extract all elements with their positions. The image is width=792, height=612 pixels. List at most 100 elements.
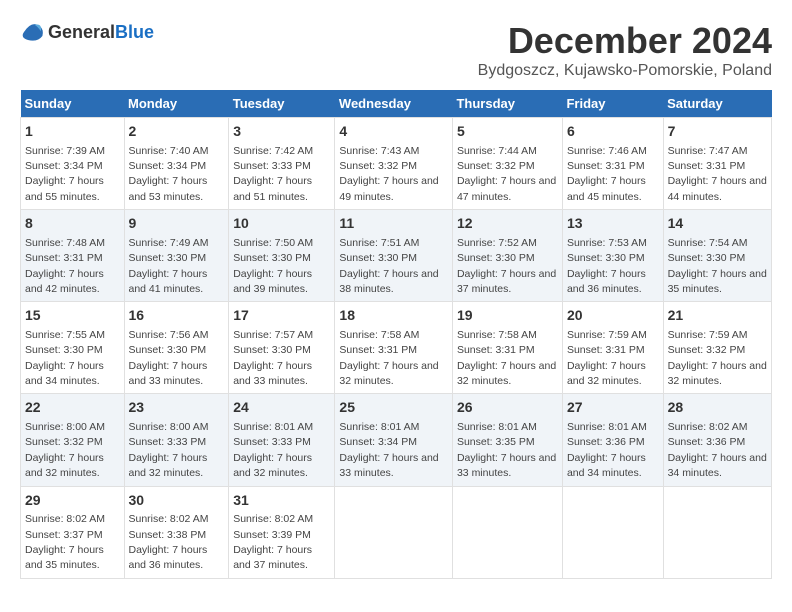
sunset: Sunset: 3:31 PM — [25, 252, 103, 264]
sunrise: Sunrise: 7:49 AM — [129, 237, 209, 249]
table-cell: 28 Sunrise: 8:02 AM Sunset: 3:36 PM Dayl… — [663, 394, 771, 486]
day-number: 21 — [668, 306, 767, 326]
day-number: 4 — [339, 122, 448, 142]
daylight: Daylight: 7 hours and 34 minutes. — [668, 452, 767, 479]
table-cell: 17 Sunrise: 7:57 AM Sunset: 3:30 PM Dayl… — [229, 302, 335, 394]
table-cell: 1 Sunrise: 7:39 AM Sunset: 3:34 PM Dayli… — [21, 118, 125, 210]
sunset: Sunset: 3:30 PM — [233, 344, 311, 356]
table-cell: 19 Sunrise: 7:58 AM Sunset: 3:31 PM Dayl… — [452, 302, 562, 394]
day-number: 26 — [457, 398, 558, 418]
table-cell: 13 Sunrise: 7:53 AM Sunset: 3:30 PM Dayl… — [562, 210, 663, 302]
day-number: 9 — [129, 214, 225, 234]
daylight: Daylight: 7 hours and 32 minutes. — [233, 452, 312, 479]
sunset: Sunset: 3:30 PM — [567, 252, 645, 264]
sunrise: Sunrise: 7:53 AM — [567, 237, 647, 249]
sunset: Sunset: 3:31 PM — [339, 344, 417, 356]
logo-wordmark: GeneralBlue — [48, 22, 154, 43]
daylight: Daylight: 7 hours and 35 minutes. — [25, 544, 104, 571]
table-cell — [562, 486, 663, 578]
sunset: Sunset: 3:32 PM — [457, 160, 535, 172]
col-tuesday: Tuesday — [229, 90, 335, 118]
day-number: 25 — [339, 398, 448, 418]
table-cell: 30 Sunrise: 8:02 AM Sunset: 3:38 PM Dayl… — [124, 486, 229, 578]
day-number: 29 — [25, 491, 120, 511]
sunrise: Sunrise: 7:59 AM — [567, 329, 647, 341]
day-number: 14 — [668, 214, 767, 234]
day-number: 23 — [129, 398, 225, 418]
daylight: Daylight: 7 hours and 32 minutes. — [567, 360, 646, 387]
table-cell: 11 Sunrise: 7:51 AM Sunset: 3:30 PM Dayl… — [335, 210, 453, 302]
table-cell: 18 Sunrise: 7:58 AM Sunset: 3:31 PM Dayl… — [335, 302, 453, 394]
table-cell: 2 Sunrise: 7:40 AM Sunset: 3:34 PM Dayli… — [124, 118, 229, 210]
daylight: Daylight: 7 hours and 36 minutes. — [567, 268, 646, 295]
day-number: 8 — [25, 214, 120, 234]
sunset: Sunset: 3:37 PM — [25, 529, 103, 541]
daylight: Daylight: 7 hours and 32 minutes. — [25, 452, 104, 479]
table-cell — [452, 486, 562, 578]
sunrise: Sunrise: 7:39 AM — [25, 145, 105, 157]
table-cell: 6 Sunrise: 7:46 AM Sunset: 3:31 PM Dayli… — [562, 118, 663, 210]
table-cell: 15 Sunrise: 7:55 AM Sunset: 3:30 PM Dayl… — [21, 302, 125, 394]
sunrise: Sunrise: 8:02 AM — [668, 421, 748, 433]
table-cell: 31 Sunrise: 8:02 AM Sunset: 3:39 PM Dayl… — [229, 486, 335, 578]
sunrise: Sunrise: 7:58 AM — [457, 329, 537, 341]
sunset: Sunset: 3:36 PM — [668, 436, 746, 448]
table-cell: 9 Sunrise: 7:49 AM Sunset: 3:30 PM Dayli… — [124, 210, 229, 302]
daylight: Daylight: 7 hours and 49 minutes. — [339, 175, 438, 202]
day-number: 27 — [567, 398, 659, 418]
sunset: Sunset: 3:32 PM — [668, 344, 746, 356]
table-cell: 16 Sunrise: 7:56 AM Sunset: 3:30 PM Dayl… — [124, 302, 229, 394]
daylight: Daylight: 7 hours and 47 minutes. — [457, 175, 556, 202]
daylight: Daylight: 7 hours and 51 minutes. — [233, 175, 312, 202]
sunrise: Sunrise: 8:01 AM — [233, 421, 313, 433]
col-thursday: Thursday — [452, 90, 562, 118]
sunrise: Sunrise: 7:42 AM — [233, 145, 313, 157]
sunset: Sunset: 3:30 PM — [25, 344, 103, 356]
table-cell: 8 Sunrise: 7:48 AM Sunset: 3:31 PM Dayli… — [21, 210, 125, 302]
daylight: Daylight: 7 hours and 42 minutes. — [25, 268, 104, 295]
sunrise: Sunrise: 7:59 AM — [668, 329, 748, 341]
table-cell — [335, 486, 453, 578]
sunrise: Sunrise: 7:52 AM — [457, 237, 537, 249]
sunset: Sunset: 3:31 PM — [567, 344, 645, 356]
sunrise: Sunrise: 7:57 AM — [233, 329, 313, 341]
logo-general: General — [48, 22, 115, 42]
sunrise: Sunrise: 7:43 AM — [339, 145, 419, 157]
daylight: Daylight: 7 hours and 33 minutes. — [129, 360, 208, 387]
sunrise: Sunrise: 8:00 AM — [25, 421, 105, 433]
sunset: Sunset: 3:30 PM — [129, 344, 207, 356]
table-cell: 23 Sunrise: 8:00 AM Sunset: 3:33 PM Dayl… — [124, 394, 229, 486]
table-cell: 5 Sunrise: 7:44 AM Sunset: 3:32 PM Dayli… — [452, 118, 562, 210]
day-number: 6 — [567, 122, 659, 142]
sunrise: Sunrise: 8:02 AM — [25, 513, 105, 525]
sunrise: Sunrise: 8:01 AM — [457, 421, 537, 433]
sunset: Sunset: 3:31 PM — [567, 160, 645, 172]
week-row-4: 22 Sunrise: 8:00 AM Sunset: 3:32 PM Dayl… — [21, 394, 772, 486]
sunrise: Sunrise: 8:01 AM — [567, 421, 647, 433]
sunset: Sunset: 3:32 PM — [339, 160, 417, 172]
day-number: 7 — [668, 122, 767, 142]
daylight: Daylight: 7 hours and 37 minutes. — [233, 544, 312, 571]
daylight: Daylight: 7 hours and 44 minutes. — [668, 175, 767, 202]
daylight: Daylight: 7 hours and 38 minutes. — [339, 268, 438, 295]
sunrise: Sunrise: 8:01 AM — [339, 421, 419, 433]
day-number: 18 — [339, 306, 448, 326]
sunset: Sunset: 3:31 PM — [457, 344, 535, 356]
sunrise: Sunrise: 7:55 AM — [25, 329, 105, 341]
day-number: 20 — [567, 306, 659, 326]
daylight: Daylight: 7 hours and 32 minutes. — [457, 360, 556, 387]
daylight: Daylight: 7 hours and 55 minutes. — [25, 175, 104, 202]
col-friday: Friday — [562, 90, 663, 118]
logo: GeneralBlue — [20, 20, 154, 44]
table-cell: 20 Sunrise: 7:59 AM Sunset: 3:31 PM Dayl… — [562, 302, 663, 394]
sunrise: Sunrise: 7:46 AM — [567, 145, 647, 157]
logo-icon — [20, 20, 44, 44]
sunrise: Sunrise: 8:02 AM — [233, 513, 313, 525]
day-number: 28 — [668, 398, 767, 418]
sunset: Sunset: 3:30 PM — [339, 252, 417, 264]
sunset: Sunset: 3:30 PM — [129, 252, 207, 264]
table-cell: 25 Sunrise: 8:01 AM Sunset: 3:34 PM Dayl… — [335, 394, 453, 486]
col-sunday: Sunday — [21, 90, 125, 118]
day-number: 3 — [233, 122, 330, 142]
day-number: 12 — [457, 214, 558, 234]
